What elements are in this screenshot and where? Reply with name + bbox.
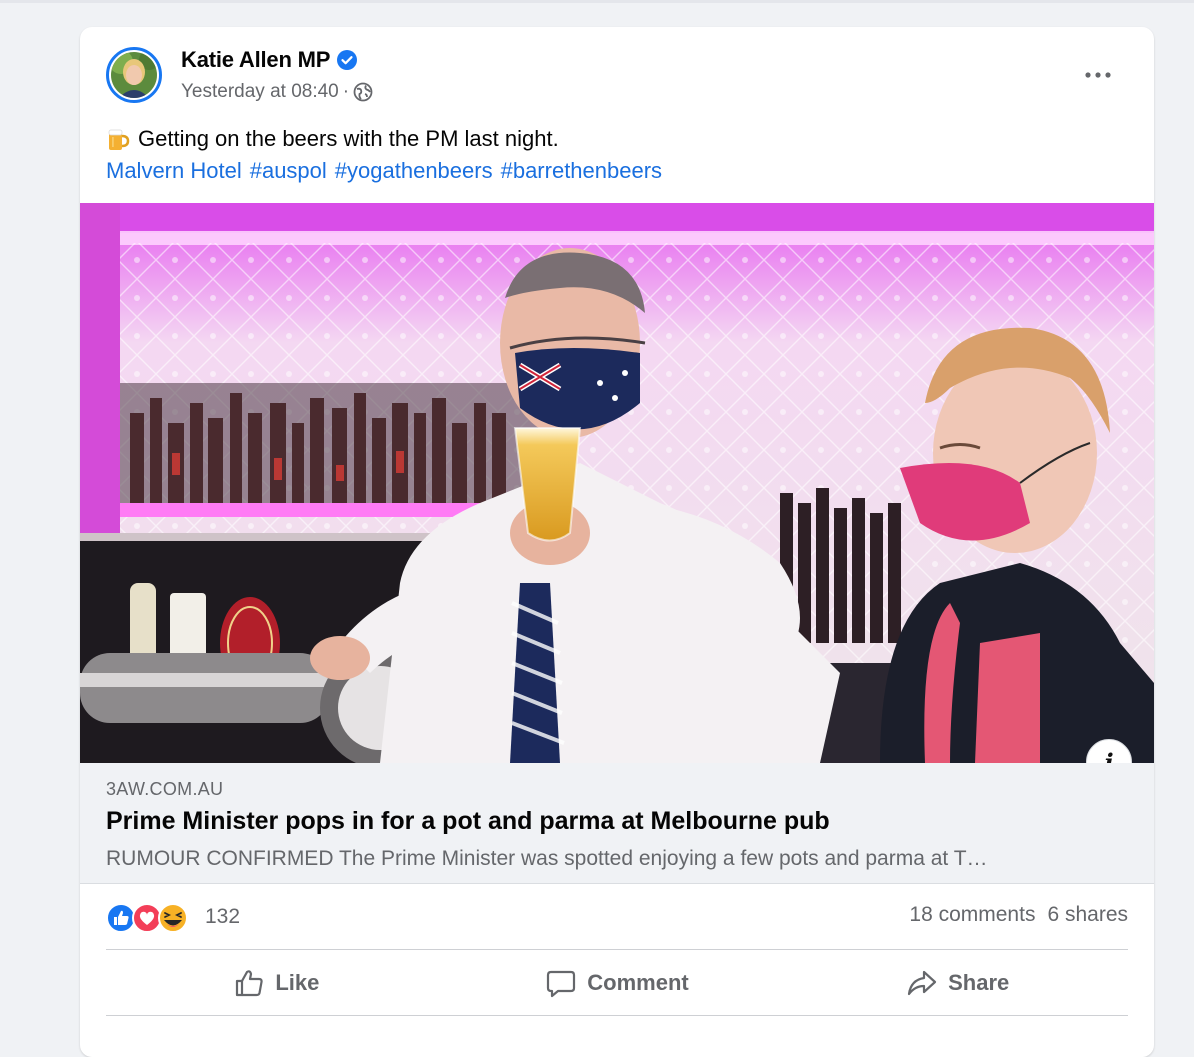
link-domain: 3AW.COM.AU xyxy=(106,779,224,799)
actions-top-divider xyxy=(106,949,1128,950)
post-links: Malvern Hotel #auspol #yogathenbeers #ba… xyxy=(106,155,662,187)
post-actions: Like Comment Share xyxy=(106,957,1128,1009)
like-reaction-icon xyxy=(106,903,136,933)
shares-count[interactable]: 6 shares xyxy=(1047,903,1128,927)
post-meta: Yesterday at 08:40 · xyxy=(181,81,373,103)
hashtag-auspol[interactable]: #auspol xyxy=(250,155,327,187)
globe-icon[interactable] xyxy=(353,82,373,102)
more-options-button[interactable] xyxy=(1078,61,1118,89)
post-caption: Getting on the beers with the PM last ni… xyxy=(138,126,559,151)
engagement-counts: 18 comments 6 shares xyxy=(909,903,1128,927)
link-preview[interactable]: 3AW.COM.AU Prime Minister pops in for a … xyxy=(80,763,1154,883)
like-label: Like xyxy=(275,970,320,995)
preview-divider xyxy=(80,883,1154,884)
top-divider xyxy=(0,0,1194,3)
share-arrow-icon xyxy=(907,970,937,996)
post-card: Katie Allen MP Yesterday at 08:40 · Gett… xyxy=(80,27,1154,1057)
thumbs-up-icon xyxy=(236,970,263,997)
post-photo[interactable] xyxy=(80,203,1154,763)
comment-button[interactable]: Comment xyxy=(447,957,788,1009)
share-button[interactable]: Share xyxy=(787,957,1128,1009)
reaction-icons[interactable] xyxy=(106,903,196,933)
comment-label: Comment xyxy=(587,970,689,995)
link-description: RUMOUR CONFIRMED The Prime Minister was … xyxy=(106,847,988,870)
author-avatar[interactable] xyxy=(106,47,162,103)
like-button[interactable]: Like xyxy=(106,957,447,1009)
beer-mug-icon xyxy=(108,129,130,150)
reaction-count[interactable]: 132 xyxy=(205,905,240,929)
link-title[interactable]: Prime Minister pops in for a pot and par… xyxy=(106,807,830,836)
hashtag-yogathenbeers[interactable]: #yogathenbeers xyxy=(335,155,493,187)
author-row: Katie Allen MP xyxy=(181,47,358,73)
haha-reaction-icon xyxy=(158,903,188,933)
comments-count[interactable]: 18 comments xyxy=(909,903,1035,927)
reactions-row: 132 18 comments 6 shares xyxy=(106,901,1128,935)
post-timestamp[interactable]: Yesterday at 08:40 xyxy=(181,81,339,103)
post-text: Getting on the beers with the PM last ni… xyxy=(106,123,662,187)
meta-separator: · xyxy=(342,81,350,102)
actions-bottom-divider xyxy=(106,1015,1128,1016)
link-malvern-hotel[interactable]: Malvern Hotel xyxy=(106,155,242,187)
verified-badge-icon xyxy=(337,50,358,70)
love-reaction-icon xyxy=(132,903,162,933)
author-name[interactable]: Katie Allen MP xyxy=(181,47,330,73)
post-text-line: Getting on the beers with the PM last ni… xyxy=(106,123,662,155)
avatar-image xyxy=(111,52,157,98)
share-label: Share xyxy=(948,970,1010,995)
comment-bubble-icon xyxy=(547,970,576,998)
more-options-icon xyxy=(1085,72,1111,78)
hashtag-barrethenbeers[interactable]: #barrethenbeers xyxy=(501,155,662,187)
